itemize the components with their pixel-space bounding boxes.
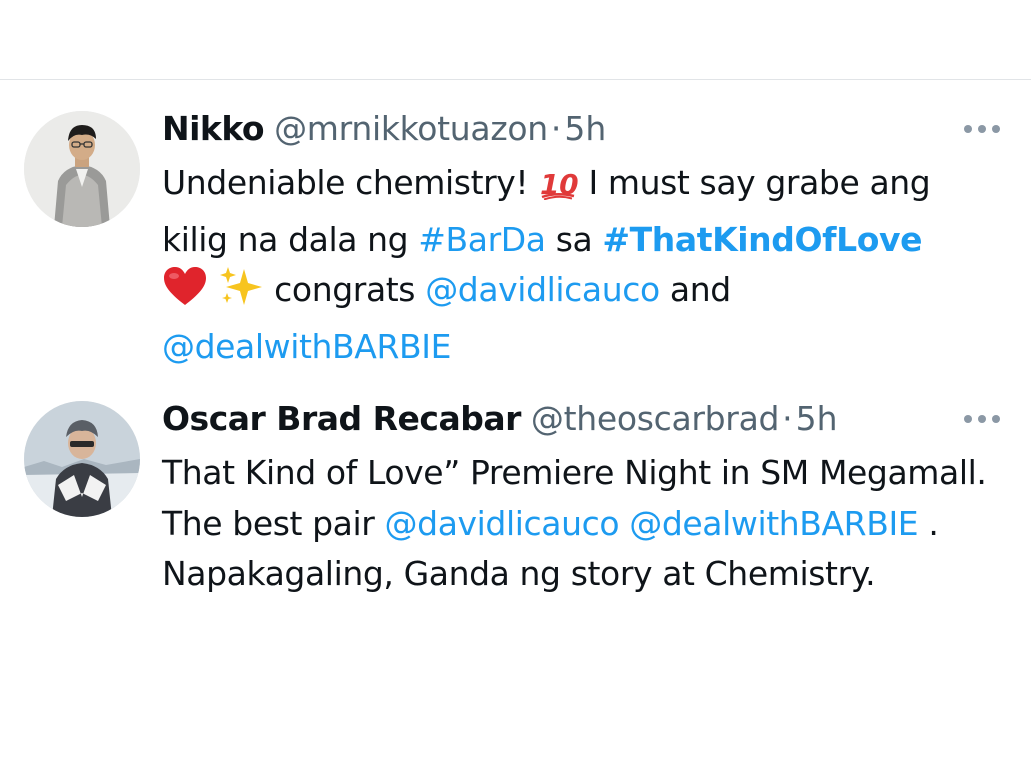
more-horizontal-icon <box>964 125 972 133</box>
mention-link[interactable]: @davidlicauco <box>385 504 620 543</box>
text-segment: and <box>659 270 731 309</box>
text-segment: sa <box>545 219 603 259</box>
timestamp[interactable]: 5h <box>796 399 838 438</box>
more-options-button[interactable] <box>962 114 1002 144</box>
more-dot <box>978 125 986 133</box>
separator-dot: · <box>782 399 793 438</box>
display-name[interactable]: Oscar Brad Recabar <box>162 399 521 438</box>
text-segment <box>619 504 629 543</box>
red-heart-emoji-icon <box>162 265 208 322</box>
mention-link[interactable]: @dealwithBARBIE <box>162 327 451 366</box>
more-horizontal-icon <box>964 415 972 423</box>
avatar[interactable] <box>24 401 140 517</box>
mention-link[interactable]: @davidlicauco <box>425 270 660 309</box>
tweet-header: Oscar Brad Recabar @theoscarbrad·5h <box>162 396 1002 442</box>
top-divider <box>0 79 1031 80</box>
sparkles-emoji-icon <box>218 265 264 322</box>
hashtag-link[interactable]: #ThatKindOfLove <box>602 220 922 259</box>
more-options-button[interactable] <box>962 404 1002 434</box>
hashtag-link[interactable]: #BarDa <box>418 220 546 259</box>
timestamp[interactable]: 5h <box>564 109 606 148</box>
text-segment: Undeniable chemistry! <box>162 163 539 202</box>
more-dot <box>992 415 1000 423</box>
hundred-points-emoji-icon: 100 <box>538 164 598 215</box>
separator-dot: · <box>550 109 562 148</box>
mention-link[interactable]: @dealwithBARBIE <box>629 504 918 543</box>
more-dot <box>978 415 986 423</box>
user-handle[interactable]: @theoscarbrad <box>531 399 780 438</box>
more-dot <box>992 125 1000 133</box>
user-handle[interactable]: @mrnikkotuazon <box>274 109 548 148</box>
avatar-photo-nikko <box>24 111 140 227</box>
text-segment: congrats <box>264 270 426 309</box>
display-name[interactable]: Nikko <box>162 109 265 148</box>
tweet-header: Nikko @mrnikkotuazon·5h <box>162 106 1002 152</box>
tweet-text: Undeniable chemistry! 100💯 I must say gr… <box>162 158 1002 372</box>
avatar-photo-oscar <box>24 401 140 517</box>
avatar[interactable] <box>24 111 140 227</box>
tweet-text: That Kind of Love” Premiere Night in SM … <box>162 448 1002 600</box>
